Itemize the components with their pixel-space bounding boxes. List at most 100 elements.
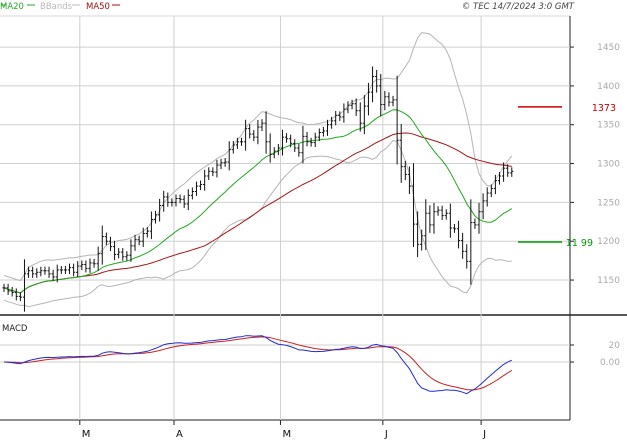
ohlc-bar xyxy=(100,225,104,265)
price-y-tick-label: 1300 xyxy=(597,160,620,170)
resistance-label: 1373 xyxy=(592,103,616,114)
ohlc-bar xyxy=(387,92,391,107)
price-y-tick-label: 1250 xyxy=(597,198,620,208)
legend-ma50-label: MA50 xyxy=(86,2,110,12)
ohlc-bar xyxy=(510,167,514,177)
ohlc-bar xyxy=(182,195,186,208)
macd-panel-title: MACD xyxy=(2,324,28,334)
ohlc-bar xyxy=(67,263,72,274)
ohlc-bar xyxy=(80,260,84,271)
ohlc-bar xyxy=(18,292,22,302)
ohlc-bar xyxy=(10,286,14,297)
ohlc-bar xyxy=(497,171,502,185)
ohlc-bar xyxy=(63,265,68,274)
ohlc-bar xyxy=(264,111,268,154)
ohlc-bar xyxy=(125,251,129,261)
ohlc-bar xyxy=(280,129,285,156)
ohlc-bar xyxy=(391,95,395,107)
ohlc-bar xyxy=(76,261,80,278)
ohlc-bar xyxy=(153,210,158,224)
ohlc-bar xyxy=(149,211,154,240)
ohlc-bar xyxy=(284,133,289,143)
ohlc-bar xyxy=(203,169,207,191)
ohlc-bar xyxy=(448,203,452,238)
ohlc-bar xyxy=(428,205,432,233)
x-tick-label: M xyxy=(82,429,91,440)
ohlc-bar xyxy=(235,137,240,149)
ohlc-bar xyxy=(436,206,440,216)
ohlc-bar xyxy=(411,163,416,247)
ohlc-bar xyxy=(14,288,18,301)
ohlc-bar xyxy=(211,167,215,177)
ohlc-bar xyxy=(461,232,465,259)
support-label: 11 99 xyxy=(566,238,593,249)
ohlc-bar xyxy=(358,102,362,132)
ohlc-bar xyxy=(301,125,305,164)
ohlc-bar xyxy=(112,240,117,261)
ohlc-bar xyxy=(485,187,489,207)
stock-chart: MA20 BBands MA50 © TEC 14/7/2024 3:0 GMT… xyxy=(0,0,627,440)
ohlc-bar xyxy=(35,268,39,278)
price-y-tick-label: 1150 xyxy=(597,276,620,286)
ohlc-bar xyxy=(133,234,137,251)
ohlc-bar xyxy=(256,119,260,145)
price-y-tick-label: 1200 xyxy=(597,237,620,247)
ohlc-bar xyxy=(465,244,469,269)
ohlc-bar xyxy=(473,218,477,229)
price-y-tick-label: 1400 xyxy=(597,82,620,92)
ohlc-bar xyxy=(366,82,371,116)
price-y-tick-label: 1450 xyxy=(597,43,620,53)
ohlc-bar xyxy=(198,180,203,191)
ohlc-bar xyxy=(92,258,96,268)
ohlc-bar xyxy=(432,202,436,234)
ohlc-bar xyxy=(354,98,358,117)
ohlc-bar xyxy=(334,110,338,126)
ohlc-bar xyxy=(297,144,301,157)
ohlc-bar xyxy=(72,263,76,277)
ohlc-bar xyxy=(207,167,211,181)
macd-y-tick-label: 20 xyxy=(609,341,621,351)
ohlc-bar xyxy=(88,258,92,273)
ohlc-bar xyxy=(309,137,313,147)
ohlc-bar xyxy=(452,223,457,233)
ohlc-bar xyxy=(379,74,383,117)
ohlc-bar xyxy=(190,187,194,200)
ohlc-bar xyxy=(31,266,35,278)
ohlc-bar xyxy=(2,283,6,292)
ohlc-bar xyxy=(268,133,272,163)
ohlc-bar xyxy=(362,95,366,135)
ohlc-bar xyxy=(305,131,309,147)
ohlc-bar xyxy=(104,232,108,246)
ohlc-bar xyxy=(342,103,346,123)
ohlc-bar xyxy=(370,66,375,103)
ohlc-bar xyxy=(170,198,174,207)
ohlc-bar xyxy=(121,248,125,261)
ohlc-bar xyxy=(395,75,399,165)
macd-y-tick-label: 0.00 xyxy=(600,358,620,368)
ohlc-bar xyxy=(440,205,444,221)
copyright-text: © TEC 14/7/2024 3:0 GMT xyxy=(462,2,575,12)
ohlc-bar xyxy=(375,69,379,93)
legend: MA20 BBands MA50 xyxy=(0,2,120,12)
ohlc-bar xyxy=(194,181,199,196)
ohlc-bar xyxy=(51,269,55,281)
ohlc-bar xyxy=(215,159,219,178)
ohlc-bar xyxy=(117,248,121,259)
ohlc-bar xyxy=(129,239,133,262)
ohlc-bar xyxy=(252,130,256,142)
ohlc-bar xyxy=(223,157,227,167)
chart-canvas: MA20 BBands MA50 © TEC 14/7/2024 3:0 GMT… xyxy=(0,2,627,440)
ohlc-bar xyxy=(383,91,387,111)
x-tick-label: M xyxy=(282,429,291,440)
x-tick-label: A xyxy=(176,429,183,440)
ohlc-bar xyxy=(293,139,297,153)
ohlc-bar xyxy=(84,260,88,273)
legend-ma20-label: MA20 xyxy=(0,2,24,12)
ohlc-bar xyxy=(96,246,100,271)
ohlc-bar xyxy=(39,266,43,277)
ohlc-bar xyxy=(227,141,231,171)
ohlc-bar xyxy=(415,211,420,258)
ohlc-bar xyxy=(276,144,280,156)
ohlc-bar xyxy=(239,137,244,146)
ohlc-bar xyxy=(444,209,448,220)
